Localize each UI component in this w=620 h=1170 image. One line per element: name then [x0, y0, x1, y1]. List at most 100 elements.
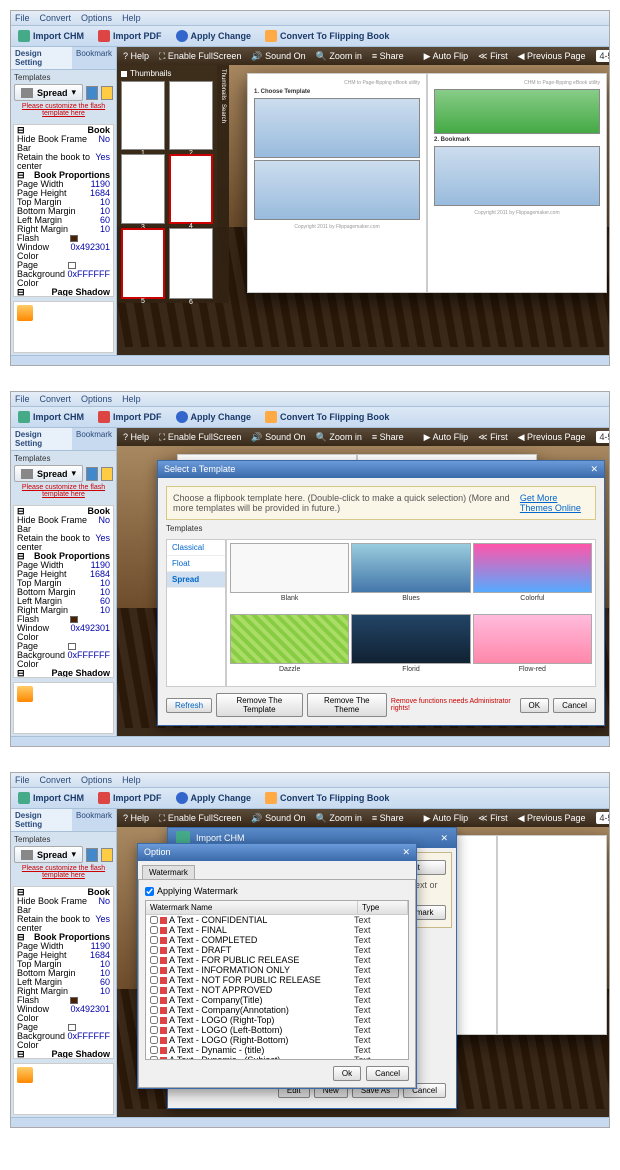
menu-file[interactable]: File — [15, 13, 30, 23]
fullscreen-button[interactable]: ⛶ Enable FullScreen — [159, 51, 241, 62]
applying-watermark-checkbox[interactable]: Applying Watermark — [145, 886, 409, 896]
watermark-row[interactable]: A Text - Dynamic - (Subject)Text — [146, 1055, 408, 1060]
admin-warning: Remove functions needs Administrator rig… — [391, 698, 512, 712]
watermark-row[interactable]: A Text - NOT APPROVEDText — [146, 985, 408, 995]
watermark-row[interactable]: A Text - COMPLETEDText — [146, 935, 408, 945]
import-pdf-button[interactable]: Import PDF — [95, 29, 165, 43]
template-type-list: Classical Float Spread — [166, 539, 226, 687]
viewer: ? Help ⛶ Enable FullScreen 🔊 Sound On 🔍 … — [117, 47, 609, 355]
option-titlebar[interactable]: Option✕ — [138, 844, 416, 861]
save-template-icon[interactable] — [86, 86, 98, 100]
apply-icon — [176, 30, 188, 42]
thumbnail-6[interactable]: 6 — [169, 228, 213, 299]
sidebar: Design Setting Bookmark Templates Spread… — [11, 47, 117, 355]
menu-bar: File Convert Options Help — [11, 11, 609, 26]
import-chm-button[interactable]: Import CHM — [15, 29, 87, 43]
watermark-row[interactable]: A Text - Company(Annotation)Text — [146, 1005, 408, 1015]
template-tab-float[interactable]: Float — [167, 556, 225, 572]
ok-button[interactable]: OK — [520, 698, 550, 713]
template-florid[interactable]: Florid — [351, 614, 470, 683]
menu-options[interactable]: Options — [81, 13, 112, 23]
preview-icon — [17, 305, 33, 321]
option-dialog: Option✕ Watermark Applying Watermark Wat… — [137, 843, 417, 1089]
watermark-row[interactable]: A Text - LOGO (Right-Bottom)Text — [146, 1035, 408, 1045]
thumbnail-4[interactable]: 4 — [169, 154, 213, 225]
cancel-button[interactable]: Cancel — [553, 698, 596, 713]
dialog-titlebar[interactable]: Select a Template✕ — [158, 461, 604, 478]
thumbnails-side-label[interactable]: Thumbnails — [220, 69, 226, 100]
watermark-row[interactable]: A Text - FINALText — [146, 925, 408, 935]
flipbook[interactable]: CHM to Page-flipping eBook utility 1. Ch… — [247, 73, 607, 293]
help-button[interactable]: ? Help — [123, 51, 149, 61]
more-themes-link[interactable]: Get More Themes Online — [520, 493, 589, 513]
thumbnail-1[interactable]: 1 — [121, 81, 165, 150]
customize-template-link[interactable]: Please customize the flash template here — [14, 101, 113, 119]
tab-bookmark[interactable]: Bookmark — [72, 47, 116, 69]
first-page-button[interactable]: ≪ First — [478, 51, 507, 62]
apply-change-button[interactable]: Apply Change — [173, 29, 255, 43]
template-tab-spread[interactable]: Spread — [167, 572, 225, 588]
screenshot-import-chm: FileConvertOptionsHelp Import CHM Import… — [10, 772, 610, 1128]
template-colorful[interactable]: Colorful — [473, 543, 592, 612]
close-icon[interactable]: ✕ — [402, 847, 410, 858]
template-selector[interactable]: Spread ▾ — [14, 84, 83, 101]
autoflip-button[interactable]: ▶ Auto Flip — [424, 51, 468, 62]
watermark-row[interactable]: A Text - INFORMATION ONLYText — [146, 965, 408, 975]
tab-design-setting[interactable]: Design Setting — [11, 47, 72, 69]
template-flowred[interactable]: Flow-red — [473, 614, 592, 683]
pdf-icon — [98, 30, 110, 42]
zoom-button[interactable]: 🔍 Zoom in — [316, 51, 362, 62]
remove-template-button[interactable]: Remove The Template — [216, 693, 303, 717]
book-icon — [21, 88, 33, 98]
page-indicator[interactable]: 4-5/6 — [596, 50, 609, 62]
thumbnail-3[interactable]: 3 — [121, 154, 165, 225]
viewer-toolbar: ? Help ⛶ Enable FullScreen 🔊 Sound On 🔍 … — [117, 47, 609, 65]
template-dazzle[interactable]: Dazzle — [230, 614, 349, 683]
template-blank[interactable]: Blank — [230, 543, 349, 612]
template-grid: Blank Blues Colorful Dazzle Florid Flow-… — [226, 539, 596, 687]
menu-convert[interactable]: Convert — [40, 13, 72, 23]
watermark-list[interactable]: Watermark NameType A Text - CONFIDENTIAL… — [145, 900, 409, 1060]
sidebar-preview — [13, 301, 114, 353]
template-tab-classical[interactable]: Classical — [167, 540, 225, 556]
sound-button[interactable]: 🔊 Sound On — [251, 51, 305, 62]
watermark-row[interactable]: A Text - CONFIDENTIALText — [146, 915, 408, 925]
list-header: Watermark NameType — [146, 901, 408, 915]
convert-button[interactable]: Convert To Flipping Book — [262, 29, 392, 43]
remove-theme-button[interactable]: Remove The Theme — [307, 693, 387, 717]
watermark-row[interactable]: A Text - LOGO (Right-Top)Text — [146, 1015, 408, 1025]
viewer-body: Thumbnails 1 2 3 4 5 6 Thumbnails Search — [117, 65, 609, 347]
chevron-down-icon: ▾ — [72, 87, 77, 98]
ok-button[interactable]: Ok — [333, 1066, 361, 1081]
template-blues[interactable]: Blues — [351, 543, 470, 612]
status-bar — [11, 355, 609, 365]
cancel-button[interactable]: Cancel — [366, 1066, 409, 1081]
refresh-button[interactable]: Refresh — [166, 698, 212, 713]
convert-icon — [265, 30, 277, 42]
share-button[interactable]: ≡ Share — [372, 51, 404, 61]
watermark-row[interactable]: A Text - FOR PUBLIC RELEASEText — [146, 955, 408, 965]
close-icon[interactable]: ✕ — [590, 464, 598, 475]
main-area: Design Setting Bookmark Templates Spread… — [11, 47, 609, 355]
watermark-tab[interactable]: Watermark — [142, 865, 195, 879]
watermark-row[interactable]: A Text - NOT FOR PUBLIC RELEASEText — [146, 975, 408, 985]
menu-help[interactable]: Help — [122, 13, 141, 23]
thumbnails-header[interactable]: Thumbnails — [121, 69, 213, 78]
watermark-row[interactable]: A Text - LOGO (Left-Bottom)Text — [146, 1025, 408, 1035]
book-page-left: CHM to Page-flipping eBook utility 1. Ch… — [247, 73, 427, 293]
close-icon[interactable]: ✕ — [440, 833, 448, 844]
thumbnails-panel: Thumbnails 1 2 3 4 5 6 Thumbnails Search — [117, 65, 217, 303]
search-side-label[interactable]: Search — [220, 104, 226, 123]
watermark-row[interactable]: A Text - Company(Title)Text — [146, 995, 408, 1005]
thumbnail-2[interactable]: 2 — [169, 81, 213, 150]
chm-icon — [18, 30, 30, 42]
watermark-row[interactable]: A Text - DRAFTText — [146, 945, 408, 955]
prev-page-button[interactable]: ◀ Previous Page — [518, 51, 586, 62]
open-template-icon[interactable] — [101, 86, 113, 100]
thumbnail-5[interactable]: 5 — [121, 228, 165, 299]
book-page-right: CHM to Page-flipping eBook utility 2. Bo… — [427, 73, 607, 293]
property-tree[interactable]: ⊟ Book Hide Book Frame BarNo Retain the … — [13, 124, 114, 297]
template-hint: Choose a flipbook template here. (Double… — [166, 486, 596, 520]
screenshot-base: File Convert Options Help Import CHM Imp… — [10, 10, 610, 366]
watermark-row[interactable]: A Text - Dynamic - (title)Text — [146, 1045, 408, 1055]
